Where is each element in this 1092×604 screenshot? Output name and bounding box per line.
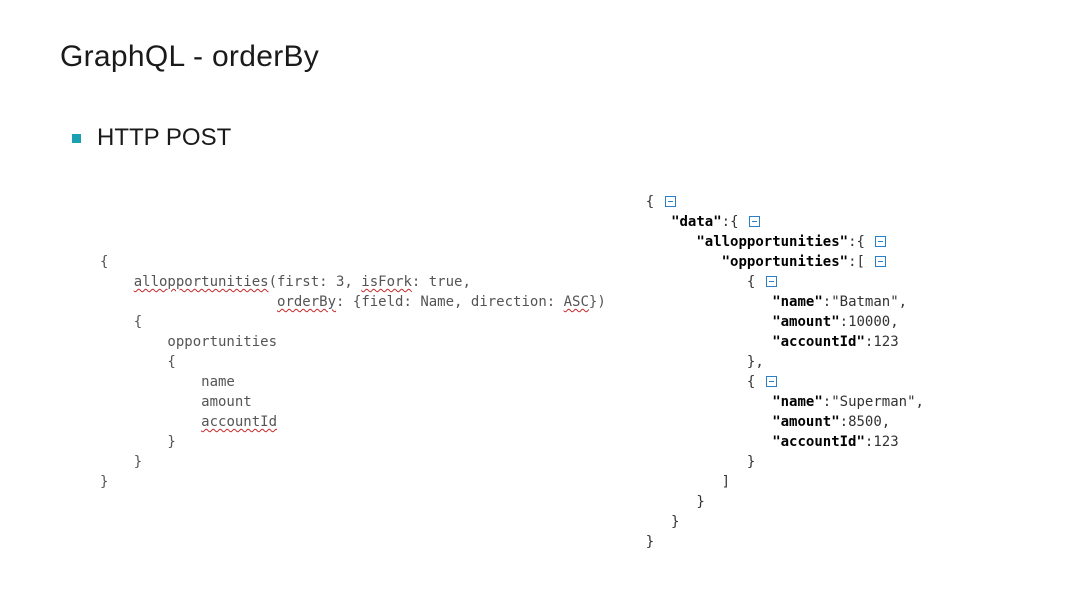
json-val-accountid-1: 123 (873, 334, 898, 350)
json-key-name: "name" (772, 294, 823, 310)
code-text (100, 414, 201, 430)
json-line: } (646, 512, 1032, 532)
json-key-opportunities: "opportunities" (722, 254, 848, 270)
json-val-amount-1: 10000 (848, 314, 890, 330)
fold-toggle-icon[interactable] (749, 216, 760, 227)
fold-toggle-icon[interactable] (875, 236, 886, 247)
json-line: { (646, 192, 1032, 212)
json-val-name-1: "Batman" (831, 294, 898, 310)
json-key-amount: "amount" (772, 314, 839, 330)
fold-toggle-icon[interactable] (665, 196, 676, 207)
json-key-accountid: "accountId" (772, 434, 865, 450)
json-line: "opportunities":[ (646, 252, 1032, 272)
code-text: : {field: Name, direction: (336, 294, 564, 310)
code-text (100, 294, 277, 310)
json-line: { (646, 272, 1032, 292)
json-line: "amount":8500, (646, 412, 1032, 432)
json-val-accountid-2: 123 (873, 434, 898, 450)
code-text: } (100, 454, 142, 470)
json-line: "accountId":123 (646, 332, 1032, 352)
code-text: name (100, 374, 235, 390)
json-line: } (646, 492, 1032, 512)
code-text: { (100, 314, 142, 330)
json-key-name: "name" (772, 394, 823, 410)
graphql-query: { allopportunities(first: 3, isFork: tru… (100, 252, 606, 492)
json-line: "allopportunities":{ (646, 232, 1032, 252)
json-line: ] (646, 472, 1032, 492)
identifier-allopportunities: allopportunities (134, 274, 269, 290)
json-key-data: "data" (671, 214, 722, 230)
slide: GraphQL - orderBy HTTP POST { allopportu… (0, 0, 1092, 604)
json-line: } (646, 452, 1032, 472)
json-line: } (646, 532, 1032, 552)
code-text: opportunities (100, 334, 277, 350)
response-column: { "data":{ "allopportunities":{ "opportu… (646, 192, 1032, 552)
json-line: "data":{ (646, 212, 1032, 232)
json-line: "accountId":123 (646, 432, 1032, 452)
code-text (100, 274, 134, 290)
fold-toggle-icon[interactable] (875, 256, 886, 267)
bullet-list-item: HTTP POST (72, 124, 1032, 152)
json-line: "amount":10000, (646, 312, 1032, 332)
identifier-isfork: isFork (361, 274, 412, 290)
identifier-asc: ASC (564, 294, 589, 310)
bullet-marker (72, 134, 81, 143)
fold-toggle-icon[interactable] (766, 276, 777, 287)
code-text: }) (589, 294, 606, 310)
json-response: { "data":{ "allopportunities":{ "opportu… (646, 192, 1032, 552)
json-key-allopportunities: "allopportunities" (696, 234, 848, 250)
code-text: { (100, 254, 108, 270)
json-line: "name":"Batman", (646, 292, 1032, 312)
content-columns: { allopportunities(first: 3, isFork: tru… (60, 192, 1032, 552)
json-val-amount-2: 8500 (848, 414, 882, 430)
code-text: : true, (412, 274, 471, 290)
query-column: { allopportunities(first: 3, isFork: tru… (60, 192, 606, 492)
code-text: amount (100, 394, 252, 410)
identifier-accountid: accountId (201, 414, 277, 430)
json-line: "name":"Superman", (646, 392, 1032, 412)
json-key-accountid: "accountId" (772, 334, 865, 350)
code-text: } (100, 474, 108, 490)
json-key-amount: "amount" (772, 414, 839, 430)
code-text: { (100, 354, 176, 370)
json-line: }, (646, 352, 1032, 372)
json-val-name-2: "Superman" (831, 394, 915, 410)
fold-toggle-icon[interactable] (766, 376, 777, 387)
identifier-orderby: orderBy (277, 294, 336, 310)
json-line: { (646, 372, 1032, 392)
bullet-text: HTTP POST (97, 124, 231, 152)
code-text: } (100, 434, 176, 450)
page-title: GraphQL - orderBy (60, 40, 1032, 74)
code-text: (first: 3, (269, 274, 362, 290)
